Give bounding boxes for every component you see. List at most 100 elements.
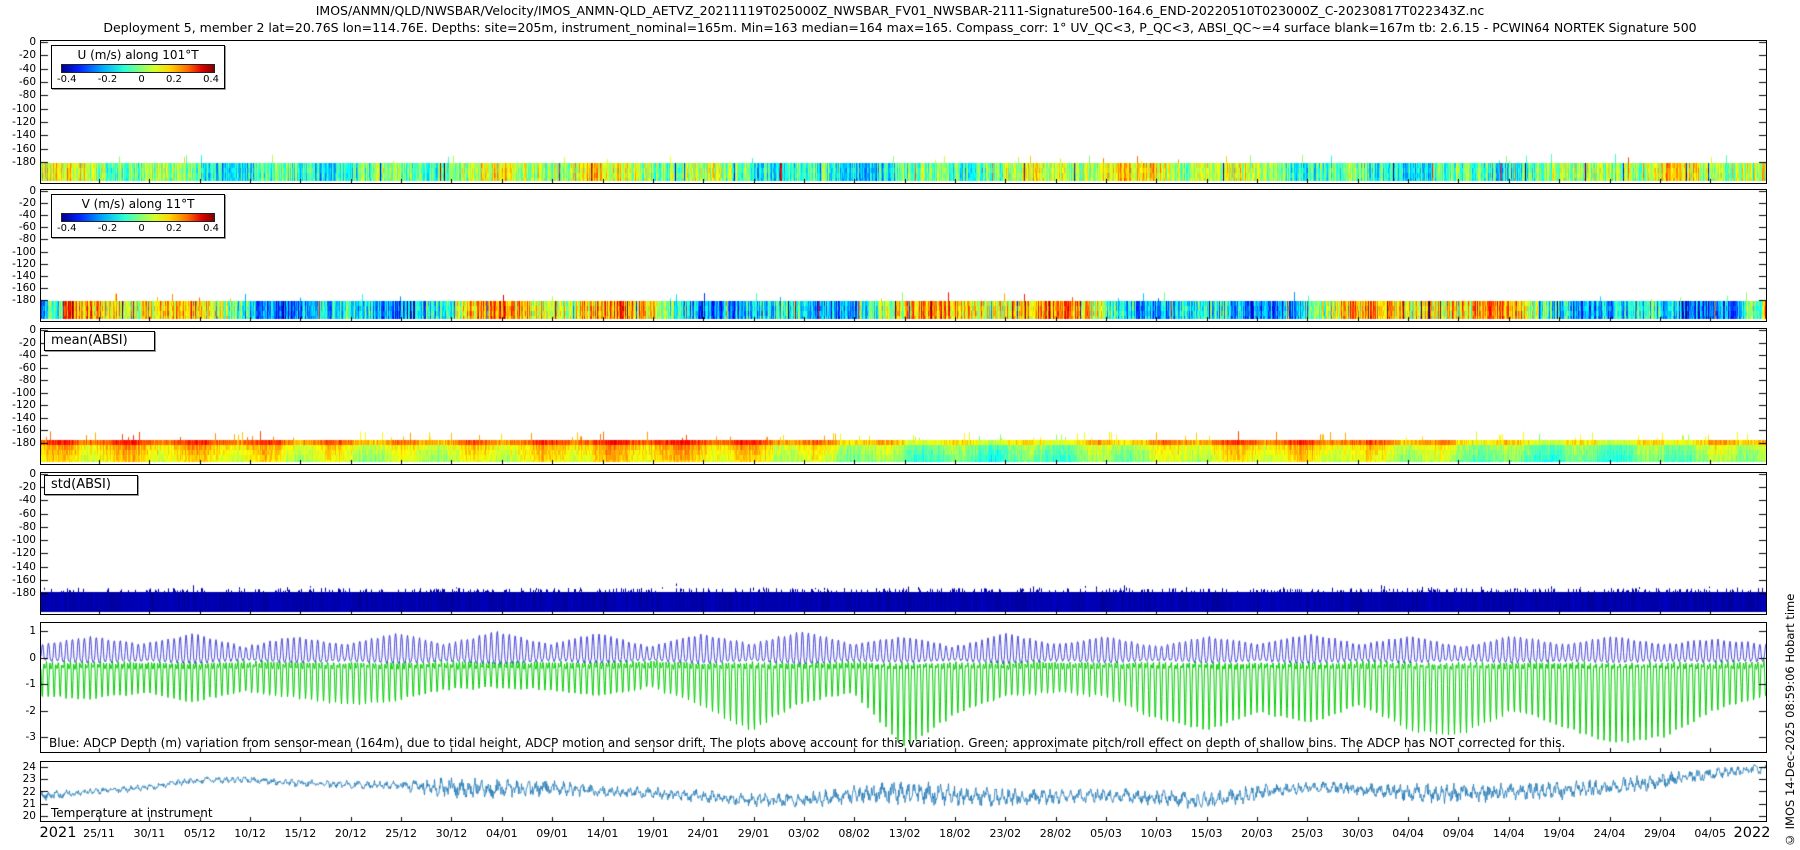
y-tick-label: -180	[2, 156, 36, 168]
y-tick-label: 0	[2, 185, 36, 197]
date-tick-label: 19/01	[637, 827, 669, 840]
depth-variation-lines	[41, 623, 1766, 752]
panel-mean-absi: mean(ABSI)	[40, 328, 1767, 465]
date-tick-label: 14/01	[587, 827, 619, 840]
v-colorbar-legend: V (m/s) along 11°T -0.4 -0.2 0 0.2 0.4	[51, 194, 225, 238]
panel-temperature: Temperature at instrument	[40, 761, 1767, 822]
date-tick-label: 19/04	[1543, 827, 1575, 840]
y-tick-label: -60	[2, 76, 36, 88]
panel-v-velocity: V (m/s) along 11°T -0.4 -0.2 0 0.2 0.4	[40, 189, 1767, 322]
y-tick-label: -160	[2, 282, 36, 294]
colorbar-tick-label: 0.4	[203, 74, 219, 85]
date-tick-label: 04/04	[1392, 827, 1424, 840]
y-tick-label: -60	[2, 508, 36, 520]
y-tick-label: 23	[2, 773, 36, 785]
u-colorbar-legend: U (m/s) along 101°T -0.4-0.200.20.4	[51, 45, 225, 89]
y-tick-label: 1	[2, 625, 36, 637]
date-tick-label: 10/03	[1140, 827, 1172, 840]
mean-absi-heatmap	[41, 329, 1766, 464]
std-absi-heatmap	[41, 473, 1766, 614]
date-tick-label: 15/12	[285, 827, 317, 840]
y-tick-label: 0	[2, 36, 36, 48]
y-tick-label: -1	[2, 678, 36, 690]
temperature-label: Temperature at instrument	[51, 806, 213, 820]
y-tick-label: -180	[2, 437, 36, 449]
y-tick-label: -100	[2, 534, 36, 546]
y-tick-label: -80	[2, 521, 36, 533]
imos-copyright-watermark: © IMOS 14-Dec-2025 08:59:06 Hobart time	[1783, 475, 1797, 847]
colorbar-tick-label: 0.4	[203, 223, 219, 234]
y-tick-label: -20	[2, 481, 36, 493]
year-label-right: 2022	[1734, 825, 1771, 841]
panel-depth-variation: Blue: ADCP Depth (m) variation from sens…	[40, 622, 1767, 753]
y-tick-label: 24	[2, 761, 36, 773]
date-tick-label: 10/12	[234, 827, 266, 840]
date-tick-label: 25/11	[83, 827, 115, 840]
y-tick-label: -100	[2, 246, 36, 258]
date-tick-label: 23/02	[989, 827, 1021, 840]
date-tick-label: 28/02	[1040, 827, 1072, 840]
date-tick-label: 04/05	[1694, 827, 1726, 840]
y-tick-label: -120	[2, 547, 36, 559]
y-tick-label: -140	[2, 270, 36, 282]
date-tick-label: 09/01	[536, 827, 568, 840]
y-tick-label: -140	[2, 561, 36, 573]
y-tick-label: 22	[2, 786, 36, 798]
y-tick-label: -120	[2, 116, 36, 128]
u-colorbar-ticks: -0.4 -0.2 0 0.2 0.4	[56, 74, 220, 85]
colorbar-tick-label: -0.4	[57, 74, 77, 85]
colorbar-tick-label: -0.2	[98, 223, 118, 234]
date-tick-label: 20/12	[335, 827, 367, 840]
date-tick-label: 24/04	[1594, 827, 1626, 840]
panel-u-velocity: U (m/s) along 101°T -0.4-0.200.20.4	[40, 40, 1767, 184]
y-tick-label: -160	[2, 424, 36, 436]
date-tick-label: 29/01	[738, 827, 770, 840]
figure-subtitle: Deployment 5, member 2 lat=20.76S lon=11…	[0, 20, 1800, 35]
y-tick-label: -40	[2, 494, 36, 506]
y-tick-label: -120	[2, 258, 36, 270]
y-tick-label: -100	[2, 103, 36, 115]
y-tick-label: 20	[2, 810, 36, 822]
colorbar-tick-label: -0.4	[57, 223, 77, 234]
date-tick-label: 09/04	[1443, 827, 1475, 840]
date-tick-label: 29/04	[1644, 827, 1676, 840]
y-tick-label: -160	[2, 574, 36, 586]
date-tick-label: 30/11	[133, 827, 165, 840]
u-velocity-heatmap	[41, 41, 1766, 183]
y-tick-label: -40	[2, 63, 36, 75]
v-colorbar-ticks: -0.4 -0.2 0 0.2 0.4	[56, 223, 220, 234]
colorbar-tick-label: 0	[138, 223, 144, 234]
y-tick-label: -3	[2, 731, 36, 743]
colorbar-tick-label: -0.2	[98, 74, 118, 85]
y-tick-label: -60	[2, 362, 36, 374]
y-tick-label: -100	[2, 387, 36, 399]
date-tick-label: 03/02	[788, 827, 820, 840]
y-tick-label: -140	[2, 129, 36, 141]
date-tick-label: 24/01	[687, 827, 719, 840]
colorbar-tick-label: 0.2	[166, 74, 182, 85]
y-tick-label: -40	[2, 349, 36, 361]
date-tick-label: 14/04	[1493, 827, 1525, 840]
y-tick-label: -20	[2, 49, 36, 61]
date-tick-label: 30/12	[436, 827, 468, 840]
v-colorbar-title: V (m/s) along 11°T	[56, 197, 220, 211]
y-tick-label: -140	[2, 412, 36, 424]
date-tick-label: 08/02	[838, 827, 870, 840]
figure-title: IMOS/ANMN/QLD/NWSBAR/Velocity/IMOS_ANMN-…	[0, 3, 1800, 18]
y-tick-label: 0	[2, 652, 36, 664]
y-tick-label: 0	[2, 468, 36, 480]
colorbar-tick-label: 0.2	[166, 223, 182, 234]
y-tick-label: -180	[2, 294, 36, 306]
date-tick-label: 05/03	[1090, 827, 1122, 840]
depth-variation-annotation: Blue: ADCP Depth (m) variation from sens…	[49, 736, 1565, 750]
date-tick-label: 13/02	[889, 827, 921, 840]
jet-colorbar	[61, 213, 215, 222]
colorbar-tick-label: 0	[138, 74, 144, 85]
v-velocity-heatmap	[41, 190, 1766, 321]
y-tick-label: 0	[2, 324, 36, 336]
y-tick-label: -20	[2, 197, 36, 209]
adcp-velocity-figure: IMOS/ANMN/QLD/NWSBAR/Velocity/IMOS_ANMN-…	[0, 0, 1800, 850]
std-absi-label: std(ABSI)	[44, 475, 138, 495]
y-tick-label: -60	[2, 221, 36, 233]
mean-absi-label: mean(ABSI)	[44, 331, 155, 351]
